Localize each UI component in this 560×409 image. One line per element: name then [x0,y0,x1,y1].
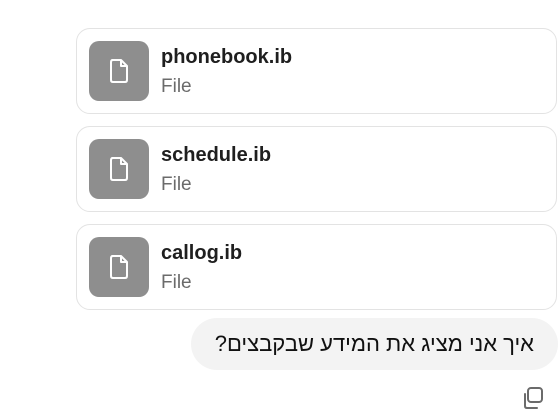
file-type: File [161,75,192,97]
user-message-bubble: איך אני מציג את המידע שבקבצים? [190,318,558,370]
file-type: File [161,271,192,293]
copy-icon [524,387,543,409]
file-type: File [161,173,192,195]
file-name: schedule.ib [161,143,272,166]
file-name: phonebook.ib [161,45,293,68]
file-attachment-card[interactable]: phonebook.ib File [76,28,557,114]
file-icon [89,139,149,199]
attachment-list: phonebook.ib File schedule.ib File callo… [76,28,557,322]
file-meta: schedule.ib File [161,145,271,194]
file-icon [89,41,149,101]
file-icon [89,237,149,297]
copy-button[interactable] [520,386,546,409]
file-meta: phonebook.ib File [161,47,292,96]
file-attachment-card[interactable]: callog.ib File [76,224,557,310]
file-attachment-card[interactable]: schedule.ib File [76,126,557,212]
file-name: callog.ib [161,241,243,264]
file-meta: callog.ib File [161,243,242,292]
